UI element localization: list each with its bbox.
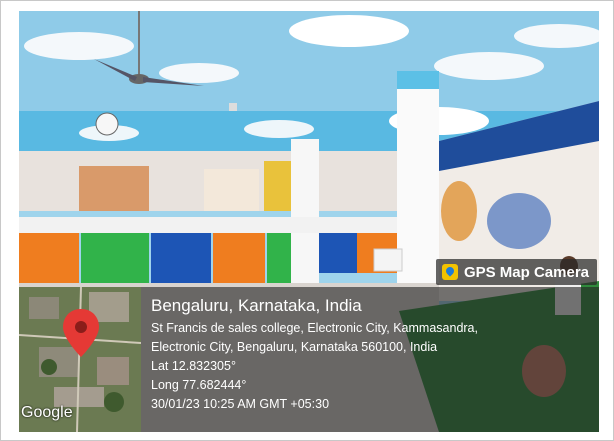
- google-logo: Google: [21, 404, 73, 421]
- location-city: Bengaluru, Karnataka, India: [151, 296, 362, 315]
- map-thumbnail: Google: [19, 287, 141, 432]
- image-frame: GPS Map Camera Google Bengaluru, Karnata…: [0, 0, 614, 441]
- address-line-1: St Francis de sales college, Electronic …: [151, 321, 478, 335]
- timestamp: 30/01/23 10:25 AM GMT +05:30: [151, 397, 330, 411]
- map-pin-icon: [441, 264, 458, 280]
- location-info-panel: Bengaluru, Karnataka, India St Francis d…: [141, 287, 599, 432]
- badge-label: GPS Map Camera: [463, 263, 589, 281]
- latitude: Lat 12.832305°: [151, 359, 236, 373]
- address-line-2: Electronic City, Bengaluru, Karnataka 56…: [151, 340, 438, 354]
- gps-map-camera-badge: GPS Map Camera: [435, 259, 597, 285]
- classroom-photo: GPS Map Camera Google Bengaluru, Karnata…: [19, 11, 599, 432]
- longitude: Long 77.682444°: [151, 378, 247, 392]
